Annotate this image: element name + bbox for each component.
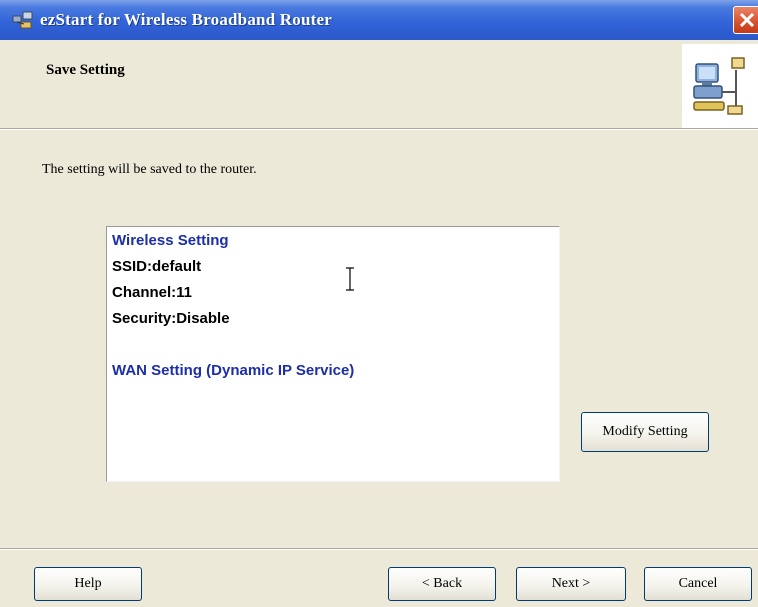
close-icon <box>739 12 755 28</box>
header-icon-area <box>682 44 758 128</box>
network-wizard-icon <box>693 57 745 115</box>
footer-divider <box>0 548 758 550</box>
wireless-setting-heading: Wireless Setting <box>112 232 229 249</box>
header-panel <box>0 40 758 128</box>
settings-summary-box: Wireless Setting SSID:default Channel:11… <box>106 226 560 482</box>
security-value: Security:Disable <box>112 310 230 327</box>
channel-value: Channel:11 <box>112 284 193 301</box>
next-button[interactable]: Next > <box>516 567 626 601</box>
window-title: ezStart for Wireless Broadband Router <box>40 10 332 29</box>
wan-setting-heading: WAN Setting (Dynamic IP Service) <box>112 362 355 379</box>
help-button[interactable]: Help <box>34 567 142 601</box>
header-divider <box>0 128 758 130</box>
text-cursor-icon <box>346 267 354 291</box>
page-title: Save Setting <box>46 62 125 78</box>
ssid-value: SSID:default <box>112 258 202 275</box>
close-button[interactable] <box>733 6 758 34</box>
title-bar[interactable]: ezStart for Wireless Broadband Router <box>0 0 758 40</box>
app-icon <box>12 10 34 30</box>
modify-setting-button[interactable]: Modify Setting <box>581 412 709 452</box>
back-button[interactable]: < Back <box>388 567 496 601</box>
intro-text: The setting will be saved to the router. <box>42 162 257 177</box>
cancel-button[interactable]: Cancel <box>644 567 752 601</box>
